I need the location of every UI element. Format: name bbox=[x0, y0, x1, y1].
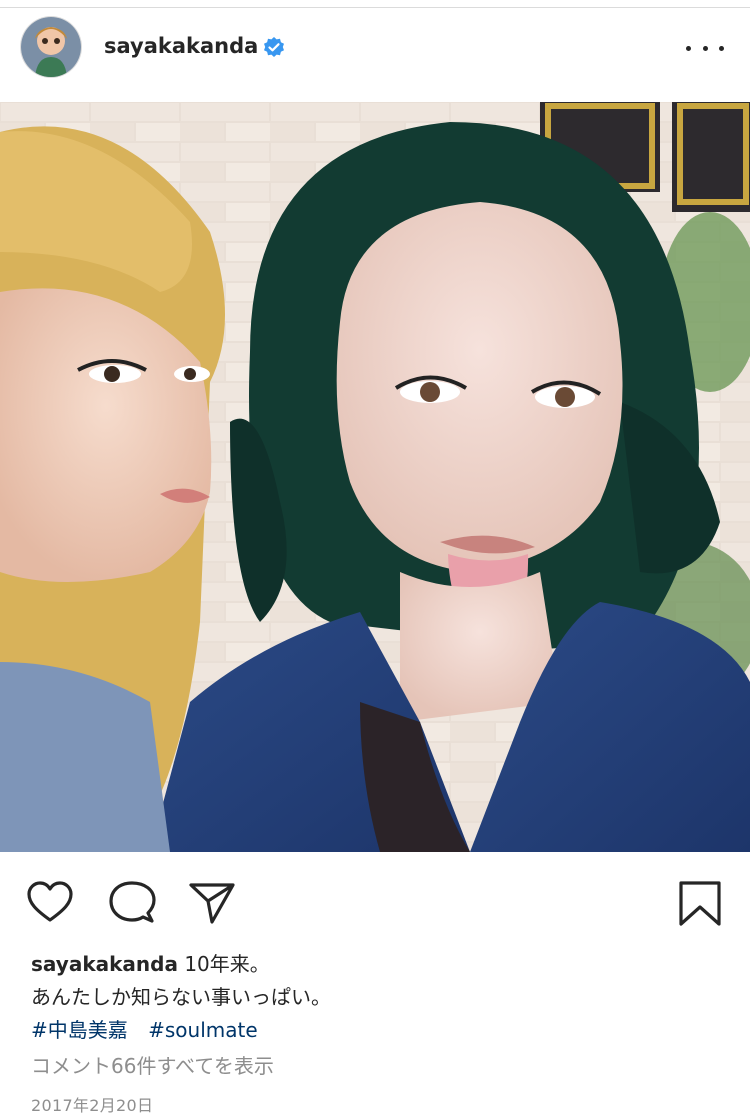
hashtag-link[interactable]: #中島美嘉 bbox=[31, 1018, 128, 1042]
caption-text-1: 10年来。 bbox=[184, 952, 270, 976]
caption-text-2: あんたしか知らない事いっぱい。 bbox=[31, 985, 331, 1009]
caption-username[interactable]: sayakakanda bbox=[31, 952, 178, 976]
post-username[interactable]: sayakakanda bbox=[104, 34, 258, 58]
post-date: 2017年2月20日 bbox=[31, 1096, 154, 1115]
post-caption: sayakakanda 10年来。 あんたしか知らない事いっぱい。 #中島美嘉 … bbox=[31, 948, 721, 1047]
bookmark-icon[interactable] bbox=[676, 880, 724, 926]
more-options-button[interactable] bbox=[686, 38, 724, 58]
comment-bubble-icon[interactable] bbox=[108, 880, 156, 926]
hashtag-link[interactable]: #soulmate bbox=[148, 1018, 258, 1042]
view-all-comments-link[interactable]: コメント66件すべてを表示 bbox=[31, 1050, 274, 1079]
verified-badge-icon bbox=[264, 37, 284, 57]
caption-line-1: sayakakanda 10年来。 bbox=[31, 948, 721, 981]
post-header: sayakakanda bbox=[0, 8, 750, 102]
top-divider bbox=[0, 0, 750, 8]
heart-icon[interactable] bbox=[26, 880, 74, 926]
avatar-image bbox=[21, 17, 81, 77]
avatar[interactable] bbox=[21, 17, 81, 77]
ellipsis-icon bbox=[686, 45, 691, 51]
post-photo[interactable] bbox=[0, 102, 750, 852]
paper-plane-icon[interactable] bbox=[188, 880, 236, 926]
post-image bbox=[0, 102, 750, 852]
action-bar bbox=[0, 852, 750, 948]
hashtags: #中島美嘉 #soulmate bbox=[31, 1014, 721, 1047]
